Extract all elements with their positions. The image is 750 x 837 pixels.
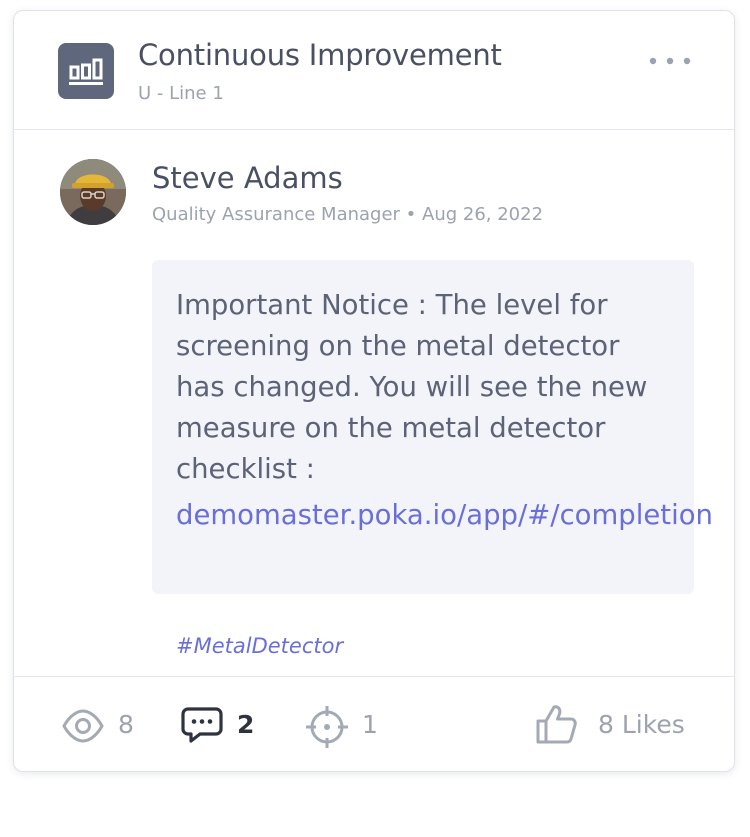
active-tab-indicator — [180, 771, 257, 772]
comment-icon — [181, 707, 223, 743]
group-title[interactable]: Continuous Improvement — [138, 38, 502, 72]
post-card: Continuous Improvement U - Line 1 Steve … — [13, 10, 735, 772]
avatar[interactable] — [60, 159, 126, 225]
comments-count: 2 — [237, 710, 255, 739]
author-name[interactable]: Steve Adams — [152, 161, 343, 195]
message-link[interactable]: demomaster.poka.io/app/#/completion — [176, 495, 713, 536]
thumbs-up-icon — [536, 705, 577, 744]
hashtag-link[interactable]: #MetalDetector — [176, 634, 343, 658]
comments-stat[interactable]: 2 — [174, 677, 264, 771]
message-text: Important Notice : The level for screeni… — [176, 289, 648, 485]
views-stat[interactable]: 8 — [54, 677, 144, 771]
targets-count: 1 — [362, 710, 378, 739]
card-header: Continuous Improvement U - Line 1 — [14, 11, 734, 130]
post-meta: Quality Assurance Manager • Aug 26, 2022 — [152, 204, 544, 225]
post-body: Steve Adams Quality Assurance Manager • … — [14, 130, 734, 675]
group-subtitle: U - Line 1 — [138, 83, 224, 104]
target-icon — [306, 706, 348, 748]
like-stat[interactable]: 8 Likes — [530, 677, 710, 771]
card-footer: 8 2 1 8 Likes — [14, 676, 734, 771]
bar-chart-icon — [58, 43, 114, 99]
targets-stat[interactable]: 1 — [298, 677, 388, 771]
message-box: Important Notice : The level for screeni… — [152, 260, 713, 594]
eye-icon — [62, 709, 104, 743]
more-options-icon[interactable] — [646, 53, 694, 67]
likes-count: 8 Likes — [598, 710, 685, 739]
views-count: 8 — [118, 710, 134, 739]
